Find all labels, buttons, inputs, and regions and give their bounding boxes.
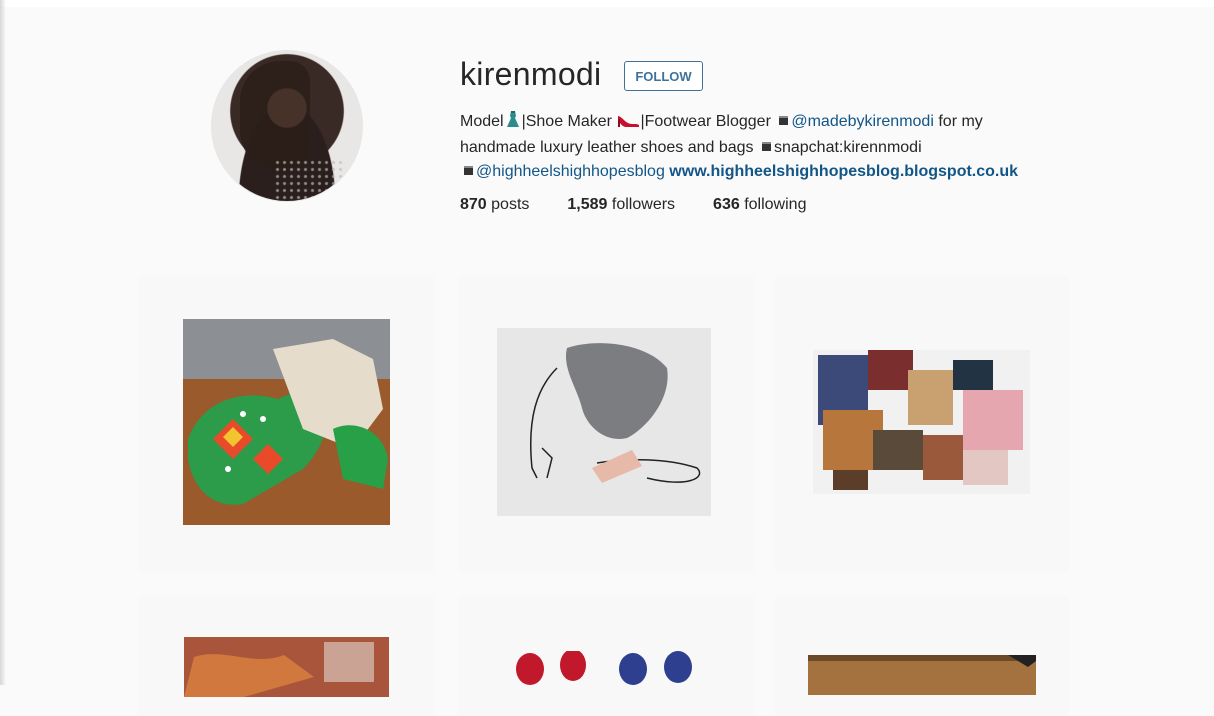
avatar-sparkle-top [274,159,344,201]
follow-button[interactable]: FOLLOW [624,61,703,91]
post-image-fur-heel-sketch [497,328,711,516]
followers-stat[interactable]: 1,589 followers [567,196,675,214]
page-top-edge [0,0,1214,7]
window-edge-shadow [0,0,6,685]
posts-label: posts [491,196,530,213]
bio-blog-url-link[interactable]: www.highheelshighhopesblog.blogspot.co.u… [669,163,1018,180]
posts-stat: 870 posts [460,196,529,214]
post-tile-6[interactable] [775,596,1069,716]
black-square-icon [761,142,771,151]
post-image-beaded-moccasins [183,319,390,525]
post-tile-1[interactable] [138,276,434,572]
post-tile-3[interactable] [775,276,1069,572]
following-stat[interactable]: 636 following [713,196,806,214]
followers-count: 1,589 [567,196,608,213]
post-tile-5[interactable] [458,596,754,716]
following-count: 636 [713,196,740,213]
post-image-moodboard-collage [813,350,1030,494]
profile-username: kirenmodi [460,56,602,92]
post-image-row2-left [184,637,389,697]
profile-avatar[interactable] [211,50,363,202]
profile-bio: Model |Shoe Maker |Footwear Blogger @made… [460,110,1060,184]
bio-blogger-text: |Footwear Blogger [640,113,771,130]
followers-label: followers [611,196,676,213]
bio-madebykirenmodi-link[interactable]: @madebykirenmodi [791,113,934,130]
post-tile-4[interactable] [138,596,434,716]
post-tile-2[interactable] [458,276,754,572]
black-square-icon [779,116,789,125]
black-square-icon [464,166,473,175]
following-label: following [744,196,807,213]
profile-stats: 870 posts 1,589 followers 636 following [460,196,844,214]
bio-snapchat-text: snapchat:kirennmodi [773,139,922,156]
post-image-row2-center [508,651,708,691]
dress-icon [504,110,522,136]
high-heel-icon [616,110,640,136]
avatar-hair [240,61,310,171]
post-image-row2-right [808,655,1036,695]
bio-shoe-maker-text: |Shoe Maker [521,113,612,130]
posts-count: 870 [460,196,487,213]
bio-blog-handle-link[interactable]: @highheelshighhopesblog [476,163,665,180]
bio-for-my-text: for my [938,113,983,130]
bio-handmade-text: handmade luxury leather shoes and bags [460,139,754,156]
bio-model-text: Model [460,113,504,130]
